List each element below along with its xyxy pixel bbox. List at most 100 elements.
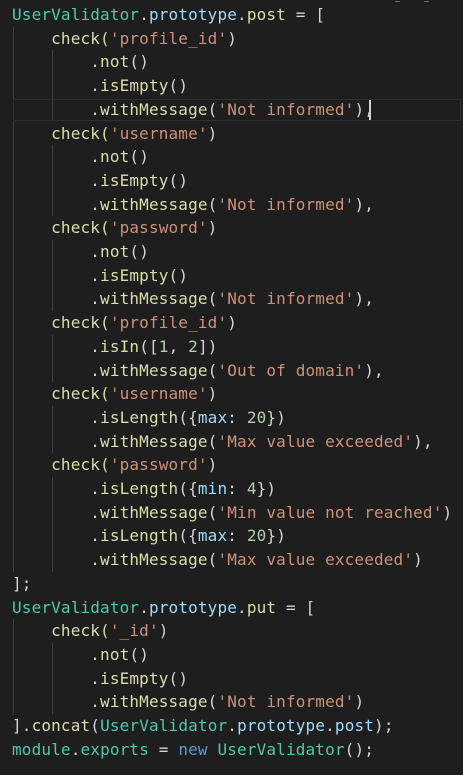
code-token: (: [207, 431, 218, 451]
code-token: ({: [178, 479, 198, 498]
code-line[interactable]: .isLength({min: 4}): [12, 477, 276, 501]
code-token: ),: [354, 289, 375, 309]
code-token: 'Not informed': [217, 194, 355, 214]
code-line[interactable]: ];: [12, 572, 32, 596]
code-token: 'password': [109, 455, 208, 475]
code-token: check(: [12, 313, 110, 333]
code-token: .: [12, 52, 101, 72]
code-token: 'Not informed': [217, 99, 355, 119]
code-line[interactable]: check('username'): [12, 122, 217, 146]
code-token: .: [325, 716, 335, 735]
code-token: ();: [344, 739, 375, 759]
code-editor[interactable]: UserValidator.prototype.post = [ check('…: [0, 0, 463, 775]
code-token: .: [12, 147, 101, 167]
code-line[interactable]: .isIn([1, 2]): [12, 335, 218, 359]
code-token: ]): [197, 336, 218, 356]
code-token: (: [207, 289, 218, 309]
code-token: withMessage: [100, 550, 208, 570]
code-line[interactable]: check('username'): [12, 382, 217, 406]
code-line[interactable]: check('profile_id'): [12, 311, 237, 335]
code-token: = [: [276, 597, 316, 617]
code-line[interactable]: .not(): [12, 50, 149, 74]
code-token: ): [207, 123, 218, 143]
code-token: = [: [285, 5, 326, 24]
code-token: .: [12, 431, 101, 451]
code-token: 'Max value exceeded': [217, 550, 414, 570]
code-line[interactable]: .withMessage('Min value not reached'): [12, 501, 452, 525]
code-token: not: [100, 644, 130, 664]
code-token: withMessage: [100, 194, 208, 214]
code-line[interactable]: .not(): [12, 643, 149, 667]
code-token: check(: [12, 384, 110, 404]
code-token: :: [227, 526, 247, 546]
code-line[interactable]: .withMessage('Not informed'),: [12, 287, 374, 311]
text-cursor: [369, 99, 371, 120]
code-line[interactable]: .withMessage('Not informed'): [12, 690, 364, 714]
code-token: (: [207, 692, 218, 712]
code-line[interactable]: check('password'): [12, 453, 217, 477]
code-token: ].: [12, 716, 32, 735]
code-line[interactable]: UserValidator.prototype.post = [: [12, 3, 325, 27]
code-token: ([: [139, 336, 159, 356]
code-line[interactable]: .withMessage('Not informed'),: [12, 193, 374, 217]
code-line[interactable]: module.exports = new UserValidator();: [12, 738, 374, 762]
code-token: ({: [178, 526, 198, 546]
code-token: ),: [364, 360, 384, 380]
code-line[interactable]: .isEmpty(): [12, 169, 188, 193]
code-line[interactable]: .withMessage('Out of domain'),: [12, 359, 384, 383]
code-token: (): [129, 147, 149, 167]
code-token: =: [148, 739, 179, 759]
code-token: (): [129, 52, 149, 72]
code-token: 'Out of domain': [217, 360, 365, 380]
code-token: check(: [12, 621, 110, 641]
code-line[interactable]: .isEmpty(): [12, 264, 188, 288]
code-token: not: [100, 242, 130, 261]
code-line[interactable]: .isEmpty(): [12, 667, 188, 691]
code-token: new: [178, 739, 218, 759]
code-token: ];: [12, 573, 32, 593]
code-token: max: [197, 407, 228, 427]
code-token: .: [12, 692, 101, 712]
code-token: UserValidator: [12, 5, 140, 24]
code-token: check(: [12, 28, 110, 48]
code-line[interactable]: .withMessage('Max value exceeded'),: [12, 430, 433, 454]
code-token: (): [168, 76, 189, 96]
code-token: check(: [12, 218, 110, 238]
code-token: not: [100, 52, 130, 72]
code-token: .: [12, 502, 101, 522]
code-line[interactable]: check('_id'): [12, 619, 169, 643]
code-token: put: [246, 597, 277, 617]
code-token: ,: [168, 336, 189, 356]
code-token: ): [227, 28, 238, 48]
code-token: withMessage: [100, 99, 208, 119]
code-token: .: [12, 360, 101, 380]
code-line[interactable]: check('password'): [12, 216, 217, 240]
code-token: UserValidator: [100, 716, 228, 735]
code-token: check(: [12, 123, 110, 143]
code-line[interactable]: .withMessage('Max value exceeded'): [12, 548, 423, 572]
code-token: (): [129, 242, 149, 261]
code-token: 1: [158, 336, 169, 356]
code-token: (: [207, 99, 218, 119]
code-line[interactable]: .isLength({max: 20}): [12, 406, 286, 430]
code-token: concat: [31, 716, 91, 735]
code-token: max: [197, 526, 228, 546]
code-token: UserValidator: [217, 739, 345, 759]
code-line[interactable]: .withMessage('Not informed'),: [12, 98, 374, 122]
code-line[interactable]: .not(): [12, 240, 149, 264]
code-token: 'profile_id': [109, 313, 228, 333]
code-token: ),: [354, 99, 375, 119]
code-token: ),: [354, 194, 375, 214]
code-token: .: [12, 550, 101, 570]
code-token: isLength: [100, 479, 179, 498]
code-line[interactable]: check('profile_id'): [12, 27, 237, 51]
code-token: ): [158, 621, 169, 641]
code-line[interactable]: UserValidator.prototype.put = [: [12, 596, 315, 620]
code-line[interactable]: .not(): [12, 145, 149, 169]
code-line[interactable]: .isLength({max: 20}): [12, 524, 286, 548]
code-token: .: [237, 5, 247, 24]
code-line[interactable]: .isEmpty(): [12, 74, 188, 98]
code-token: .: [12, 99, 101, 119]
code-line[interactable]: ].concat(UserValidator.prototype.post);: [12, 714, 394, 738]
code-token: .: [12, 242, 101, 261]
